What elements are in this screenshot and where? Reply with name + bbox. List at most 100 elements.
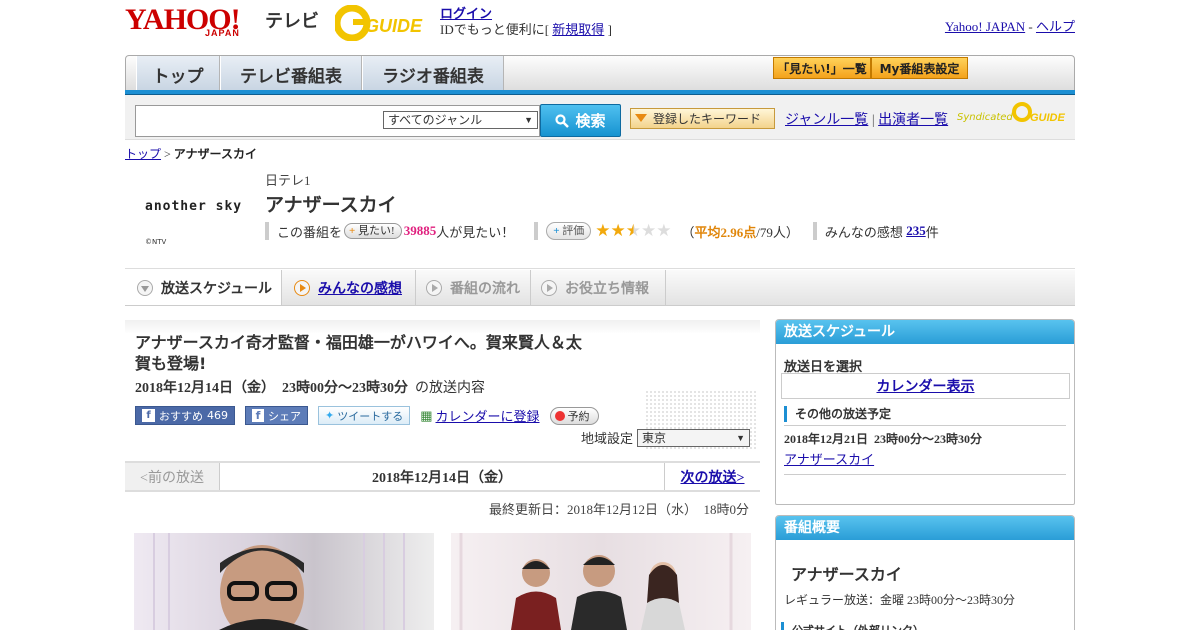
registered-keyword-label: 登録したキーワード [653,112,762,126]
search-button[interactable]: 検索 [540,104,621,137]
social-buttons: f おすすめ 469 f シェア ✦ ツイートする ▦ カレンダーに登録 予約 [135,406,599,425]
link-divider: | [871,113,875,128]
region-select[interactable]: 東京 ▼ [637,428,751,447]
facebook-recommend-label: おすすめ [159,409,203,423]
guests-image [459,533,733,630]
genre-list-link[interactable]: ジャンル一覧 [785,113,868,128]
stat-divider [812,222,817,240]
star-full-icon: ★ [610,221,626,240]
region-setting: 地域設定 東京 ▼ [581,428,751,447]
mitai-button[interactable]: + 見たい! [344,223,402,239]
performer-list-link[interactable]: 出演者一覧 [878,113,948,128]
rating-average: 平均2.96点 [694,224,757,240]
breadcrumb-sep: > [164,147,171,161]
tab-useful-info[interactable]: お役立ち情報 [531,270,666,305]
divider [784,425,1066,426]
twitter-bird-icon: ✦ [325,409,335,422]
yahoo-japan-link[interactable]: Yahoo! JAPAN [945,19,1025,34]
breadcrumb: トップ > アナザースカイ [125,145,257,162]
registered-keyword-button[interactable]: 登録したキーワード [630,108,775,129]
search-links: ジャンル一覧 | 出演者一覧 [785,109,948,129]
gguide-small-logo: GUIDE [1012,102,1066,124]
calendar-view-button[interactable]: カレンダー表示 [781,373,1070,399]
tv-logo-label[interactable]: テレビ [265,7,319,33]
facebook-icon: f [142,409,155,422]
play-arrow-icon [294,279,310,296]
overview-regular-broadcast: レギュラー放送：金曜 23時00分～23時30分 [784,593,1016,607]
calendar-icon: ▦ [420,407,433,423]
nav-tab-tv-schedule[interactable]: テレビ番組表 [220,56,362,92]
stat-divider [265,222,269,240]
breadcrumb-top-link[interactable]: トップ [125,147,161,161]
rating-button[interactable]: + 評価 [546,222,592,240]
triangle-down-icon [635,114,647,122]
login-desc: IDでもっと便利に[ [440,22,550,37]
divider [784,474,1066,475]
episode-date: 2018年12月14日（金） 23時00分～23時30分 の放送内容 [135,377,485,397]
calendar-register-link[interactable]: カレンダーに登録 [436,406,540,425]
tab-impressions-label: みんなの感想 [318,280,402,297]
next-broadcast-datetime: 2018年12月21日 23時00分～23時30分 [784,430,982,447]
impressions-suffix: 件 [925,224,939,240]
episode-title: アナザースカイ奇才監督・福田雄一がハワイへ。賀来賢人＆太賀も登場! [135,333,582,373]
rating-button-label: 評価 [562,225,585,237]
mitai-suffix: 人が見たい！ [436,224,515,240]
rating-count: /79人） [756,224,799,240]
login-box: ログイン IDでもっと便利に[ 新規取得 ] [440,6,612,38]
mitai-count: 39885 [403,223,437,238]
episode-photo-1 [134,533,434,630]
episode-date-suffix: の放送内容 [415,381,485,396]
tab-useful-info-label: お役立ち情報 [565,280,649,297]
star-empty-icon: ★ [656,221,672,240]
facebook-share-button[interactable]: f シェア [245,406,308,425]
login-desc-end: ] [607,22,612,37]
calendar-view-link[interactable]: カレンダー表示 [877,376,975,396]
tweet-label: ツイートする [337,409,404,423]
register-link[interactable]: 新規取得 [552,22,604,37]
other-broadcasts-heading: その他の放送予定 [784,406,891,422]
region-label: 地域設定 [581,431,634,446]
header-links: Yahoo! JAPAN - ヘルプ [945,16,1075,35]
next-broadcast-program-link[interactable]: アナザースカイ [784,452,874,467]
program-divider [125,268,1075,269]
program-tabs: 放送スケジュール みんなの感想 番組の流れ お役立ち情報 [125,270,1075,306]
genre-select[interactable]: すべてのジャンル ▼ [383,111,538,129]
facebook-icon: f [252,409,264,422]
broadcast-pager: <前の放送 2018年12月14日（金） 次の放送> [125,461,760,492]
impressions-count-link[interactable]: 235 [906,223,926,239]
yahoo-japan-label: JAPAN [205,28,240,38]
rating-stars: ★★★★★ [595,221,671,241]
syndicated-label: Syndicated [957,112,1013,123]
login-link[interactable]: ログイン [440,6,492,21]
tab-impressions[interactable]: みんなの感想 [282,270,416,305]
my-schedule-button[interactable]: My番組表設定 [871,57,968,79]
facebook-recommend-button[interactable]: f おすすめ 469 [135,406,235,425]
nav-tab-top[interactable]: トップ [136,56,220,92]
play-arrow-icon [426,279,442,296]
header-sep: - [1028,19,1033,34]
genre-select-value: すべてのジャンル [388,113,483,127]
official-site-heading: 公式サイト（外部リンク） [781,622,924,630]
plus-icon: + [553,225,560,237]
tab-schedule-label: 放送スケジュール [161,280,273,297]
rating-open: （ [681,224,695,240]
dropdown-arrow-icon: ▼ [736,432,746,443]
tweet-button[interactable]: ✦ ツイートする [318,406,411,425]
tab-program-flow[interactable]: 番組の流れ [416,270,531,305]
facebook-share-label: シェア [268,409,301,423]
tab-schedule[interactable]: 放送スケジュール [125,270,282,305]
mitai-button-label: 見たい! [358,225,395,237]
next-broadcast-link[interactable]: 次の放送> [681,467,745,487]
program-logo: another sky [145,199,243,214]
program-station: 日テレ1 [265,173,311,188]
next-broadcast-program: アナザースカイ [784,449,874,468]
help-link[interactable]: ヘルプ [1036,19,1075,34]
site-header: YAHOO! JAPAN テレビ GUIDE ログイン IDでもっと便利に[ 新… [125,0,1075,55]
play-arrow-icon [541,279,557,296]
nav-tab-radio-schedule[interactable]: ラジオ番組表 [362,56,504,92]
next-broadcast[interactable]: 次の放送> [664,463,760,490]
reserve-button[interactable]: 予約 [549,406,599,425]
program-title: アナザースカイ [265,194,397,216]
program-stats: この番組を + 見たい! 39885 人が見たい！ + 評価 ★★★★★ （平均… [265,221,939,241]
mitai-list-button[interactable]: 「見たい!」一覧 [773,57,871,79]
